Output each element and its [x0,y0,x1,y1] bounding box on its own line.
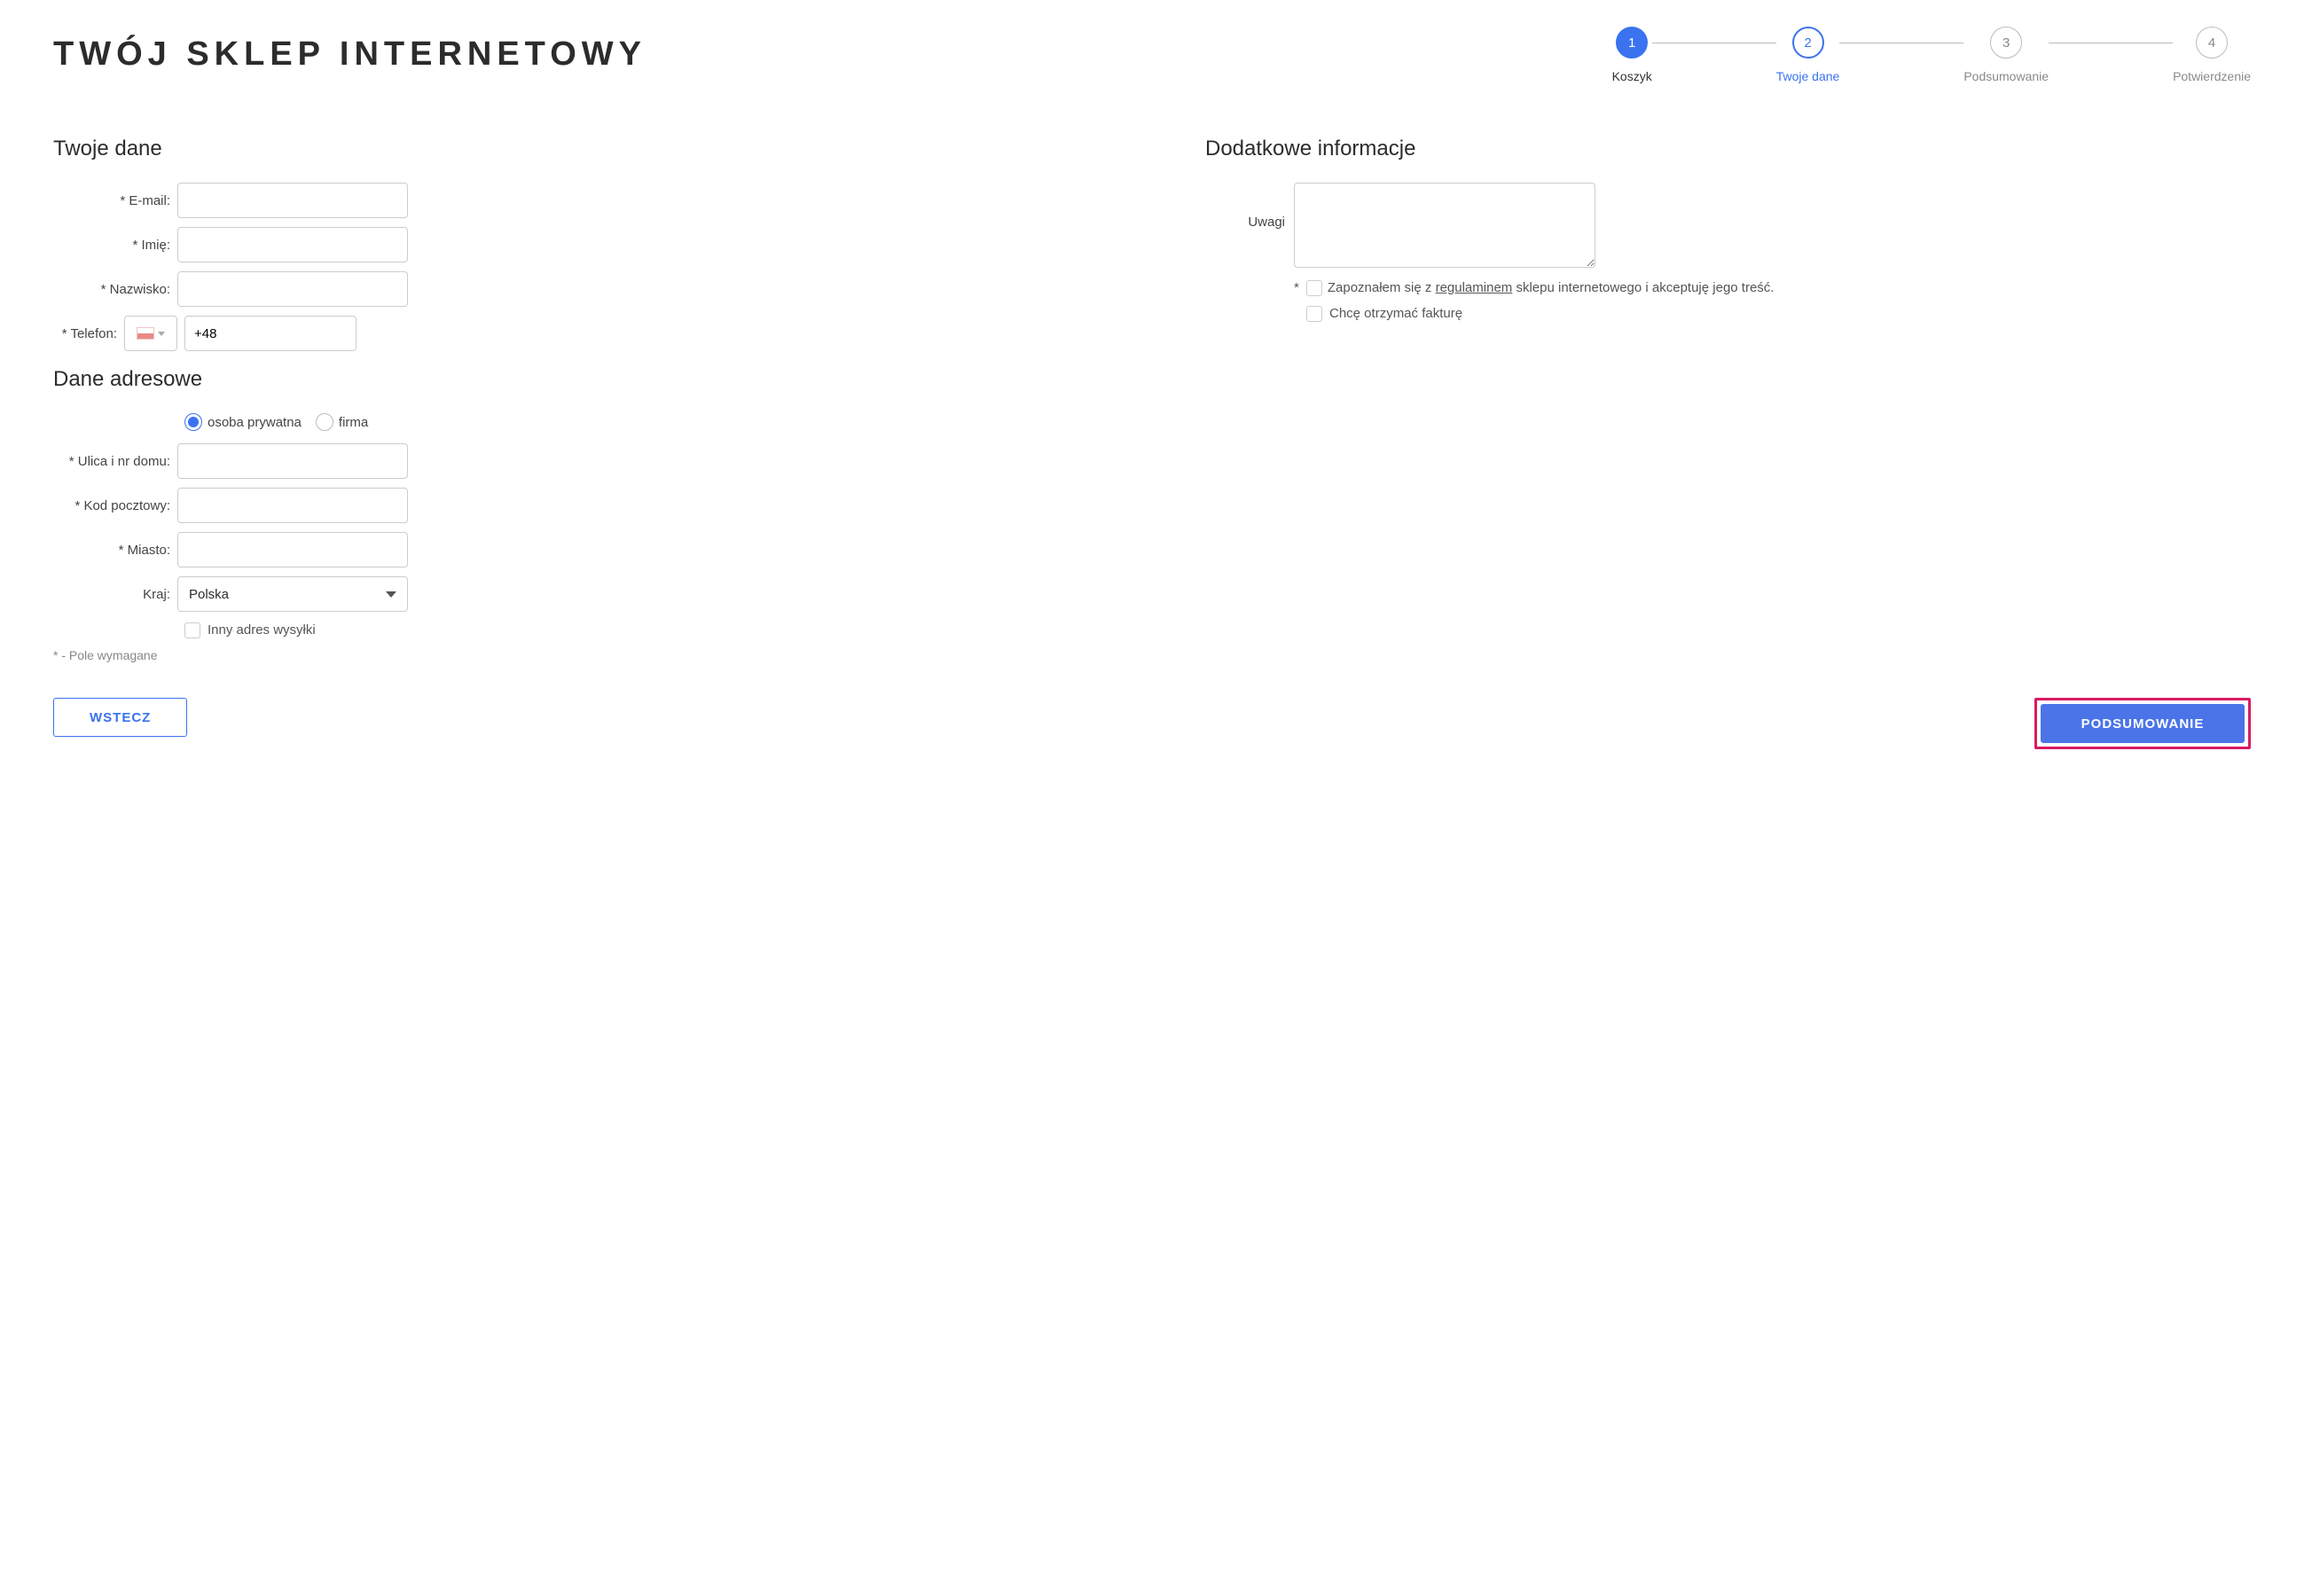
invoice-label: Chcę otrzymać fakturę [1329,304,1462,323]
radio-private-label: osoba prywatna [208,415,302,430]
phone-field[interactable] [184,316,357,351]
radio-icon [316,413,333,431]
step-circle-3: 3 [1990,27,2022,59]
radio-icon [184,413,202,431]
zip-field[interactable] [177,488,408,523]
lastname-label: * Nazwisko: [53,282,177,297]
street-field[interactable] [177,443,408,479]
required-note: * - Pole wymagane [53,648,1099,662]
step-cart[interactable]: 1 Koszyk [1612,27,1652,83]
next-button[interactable]: PODSUMOWANIE [2041,704,2245,743]
radio-private[interactable]: osoba prywatna [184,413,302,431]
lastname-field[interactable] [177,271,408,307]
city-label: * Miasto: [53,543,177,558]
street-label: * Ulica i nr domu: [53,454,177,469]
step-summary: 3 Podsumowanie [1963,27,2049,83]
checkout-stepper: 1 Koszyk 2 Twoje dane 3 Podsumowanie 4 P… [753,27,2251,83]
step-label-4: Potwierdzenie [2173,69,2251,83]
page-title: TWÓJ SKLEP INTERNETOWY [53,35,647,74]
step-circle-2: 2 [1792,27,1824,59]
step-circle-4: 4 [2196,27,2228,59]
radio-company[interactable]: firma [316,413,368,431]
terms-asterisk: * [1294,278,1299,295]
personal-heading: Twoje dane [53,137,1099,161]
phone-label: * Telefon: [53,326,124,341]
radio-company-label: firma [339,415,368,430]
flag-poland-icon [137,327,154,340]
terms-link[interactable]: regulaminem [1436,280,1513,295]
phone-country-select[interactable] [124,316,177,351]
firstname-field[interactable] [177,227,408,262]
city-field[interactable] [177,532,408,567]
additional-heading: Dodatkowe informacje [1205,137,2251,161]
step-your-data[interactable]: 2 Twoje dane [1776,27,1840,83]
notes-label: Uwagi [1205,183,1285,230]
notes-field[interactable] [1294,183,1595,268]
terms-checkbox[interactable] [1306,280,1322,296]
caret-down-icon [386,591,396,598]
different-shipping-checkbox[interactable] [184,622,200,638]
country-select[interactable]: Polska [177,576,408,612]
step-circle-1: 1 [1616,27,1648,59]
back-button[interactable]: WSTECZ [53,698,187,737]
email-field[interactable] [177,183,408,218]
next-button-highlight: PODSUMOWANIE [2034,698,2251,749]
country-value: Polska [189,587,229,602]
different-shipping-label: Inny adres wysyłki [208,621,316,639]
step-label-1: Koszyk [1612,69,1652,83]
zip-label: * Kod pocztowy: [53,498,177,513]
country-label: Kraj: [53,587,177,602]
address-heading: Dane adresowe [53,367,1099,392]
email-label: * E-mail: [53,193,177,208]
chevron-down-icon [158,332,165,336]
step-confirm: 4 Potwierdzenie [2173,27,2251,83]
step-label-2: Twoje dane [1776,69,1840,83]
step-label-3: Podsumowanie [1963,69,2049,83]
terms-text: Zapoznałem się z regulaminem sklepu inte… [1328,278,1775,297]
firstname-label: * Imię: [53,238,177,253]
invoice-checkbox[interactable] [1306,306,1322,322]
